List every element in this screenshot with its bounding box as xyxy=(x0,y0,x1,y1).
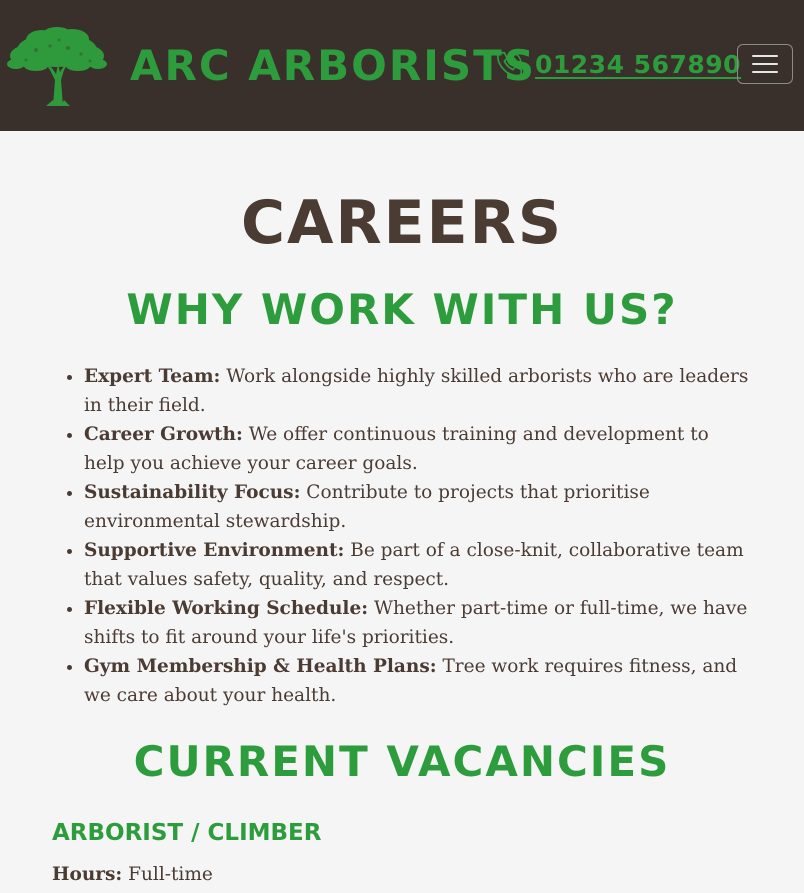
hamburger-menu-icon-bar xyxy=(752,71,778,73)
tree-logo-graphic xyxy=(7,27,107,106)
list-item: Supportive Environment: Be part of a clo… xyxy=(84,536,752,594)
benefits-list: Expert Team: Work alongside highly skill… xyxy=(52,362,752,710)
why-work-with-us-heading: WHY WORK WITH US? xyxy=(126,285,678,334)
list-item: Gym Membership & Health Plans: Tree work… xyxy=(84,652,752,710)
job-hours-label: Hours: xyxy=(52,864,123,885)
brand-name[interactable]: ARC ARBORISTS xyxy=(130,38,536,94)
hamburger-menu-icon xyxy=(752,55,778,57)
job-hours: Hours: Full-time xyxy=(52,861,213,889)
list-item: Flexible Working Schedule: Whether part-… xyxy=(84,594,752,652)
site-header: ARC ARBORISTS 01234 567890 xyxy=(0,0,804,131)
menu-toggle-button[interactable] xyxy=(737,44,793,84)
list-item: Sustainability Focus: Contribute to proj… xyxy=(84,478,752,536)
page-title: CAREERS xyxy=(240,188,564,258)
hamburger-menu-icon-bar xyxy=(752,63,778,65)
job-title: ARBORIST / CLIMBER xyxy=(52,820,322,846)
job-hours-value: Full-time xyxy=(128,864,213,885)
phone-icon xyxy=(496,51,523,78)
benefit-label: Supportive Environment: xyxy=(84,540,345,561)
benefit-label: Career Growth: xyxy=(84,424,243,445)
benefit-label: Sustainability Focus: xyxy=(84,482,301,503)
list-item: Expert Team: Work alongside highly skill… xyxy=(84,362,752,420)
phone-contact: 01234 567890 xyxy=(495,44,741,84)
phone-number-link[interactable]: 01234 567890 xyxy=(535,50,741,79)
benefit-label: Flexible Working Schedule: xyxy=(84,598,369,619)
current-vacancies-heading: CURRENT VACANCIES xyxy=(133,737,671,786)
tree-logo-icon[interactable] xyxy=(6,26,108,108)
benefit-label: Gym Membership & Health Plans: xyxy=(84,656,437,677)
list-item: Career Growth: We offer continuous train… xyxy=(84,420,752,478)
benefit-label: Expert Team: xyxy=(84,366,221,387)
